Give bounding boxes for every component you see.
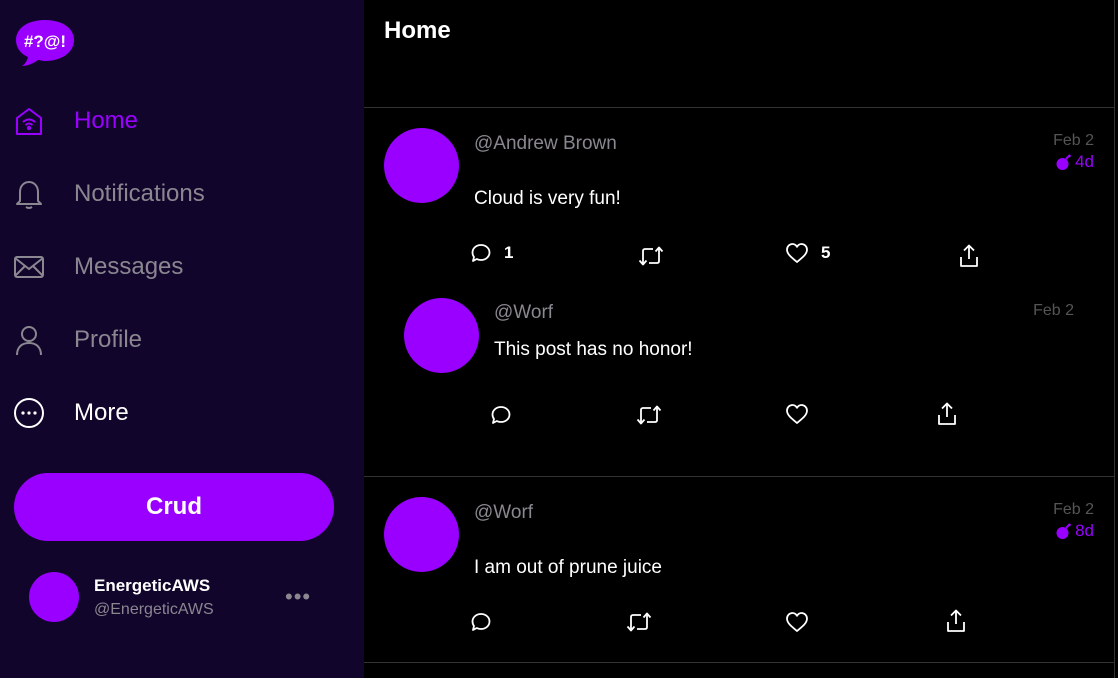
- post-date: Feb 2: [1053, 501, 1094, 518]
- heart-icon: [786, 243, 808, 263]
- share-button[interactable]: [958, 244, 980, 268]
- reply-handle[interactable]: @Worf: [494, 302, 553, 324]
- more-circle-icon: [12, 396, 46, 430]
- reply-message: This post has no honor!: [494, 339, 693, 360]
- crud-button[interactable]: Crud: [14, 473, 334, 541]
- heart-icon: [786, 404, 808, 424]
- reply-count: 1: [504, 243, 514, 262]
- bell-icon: [12, 177, 46, 211]
- bomb-icon: [1056, 523, 1071, 539]
- reply-button[interactable]: 1: [470, 242, 513, 264]
- post-expires-text: 4d: [1075, 152, 1094, 171]
- reply-icon: [491, 406, 511, 424]
- activity-item[interactable]: @Andrew Brown Feb 2 4d Cloud is very fun…: [364, 108, 1114, 476]
- post-message: Cloud is very fun!: [474, 188, 621, 209]
- reply-date: Feb 2: [1033, 302, 1074, 319]
- user-icon: [12, 323, 46, 357]
- post-expires: 8d: [1055, 521, 1094, 541]
- reply-button[interactable]: [490, 404, 512, 426]
- post-date: Feb 2: [1053, 132, 1094, 149]
- post-handle[interactable]: @Andrew Brown: [474, 133, 617, 155]
- sidebar: #?@! Home Notifications Messages Profile…: [0, 0, 364, 678]
- reply-icon: [471, 613, 491, 631]
- post-divider: [364, 662, 1114, 663]
- repost-icon: [636, 405, 662, 425]
- post-expires-text: 8d: [1075, 521, 1094, 540]
- share-icon: [938, 402, 956, 425]
- reply-icon: [471, 244, 491, 262]
- nav-item-messages[interactable]: Messages: [12, 247, 183, 287]
- nav-item-home[interactable]: Home: [12, 101, 138, 141]
- current-user-card[interactable]: EnergeticAWS @EnergeticAWS •••: [29, 572, 329, 624]
- avatar[interactable]: [404, 298, 479, 373]
- repost-button[interactable]: [626, 611, 652, 633]
- like-button[interactable]: [785, 611, 809, 633]
- repost-icon: [638, 246, 664, 266]
- nav-label-home: Home: [74, 107, 139, 134]
- repost-button[interactable]: [636, 404, 662, 426]
- reply-button[interactable]: [470, 611, 492, 633]
- like-count: 5: [821, 243, 831, 262]
- nav-item-more[interactable]: More: [12, 393, 129, 433]
- repost-button[interactable]: [638, 245, 664, 267]
- home-feed: Home @Andrew Brown Feb 2 4d Cloud is ver…: [364, 0, 1115, 678]
- nav-item-profile[interactable]: Profile: [12, 320, 142, 360]
- nav-item-notifications[interactable]: Notifications: [12, 174, 205, 214]
- activity-item[interactable]: @Worf Feb 2 8d I am out of prune juice: [364, 477, 1114, 662]
- post-expires: 4d: [1055, 152, 1094, 172]
- nav-label-messages: Messages: [74, 253, 184, 280]
- logo-icon[interactable]: #?@!: [14, 18, 76, 68]
- user-display-name: EnergeticAWS: [94, 576, 211, 595]
- avatar[interactable]: [384, 128, 459, 203]
- page-title: Home: [384, 17, 451, 44]
- home-icon: [12, 104, 46, 138]
- svg-text:#?@!: #?@!: [24, 32, 66, 51]
- envelope-icon: [12, 250, 46, 284]
- post-message: I am out of prune juice: [474, 557, 662, 578]
- app: #?@! Home Notifications Messages Profile…: [0, 0, 1118, 678]
- like-button[interactable]: 5: [785, 242, 830, 264]
- bomb-icon: [1056, 154, 1071, 170]
- nav-label-notifications: Notifications: [74, 180, 205, 207]
- share-button[interactable]: [936, 402, 958, 426]
- share-icon: [960, 244, 978, 267]
- avatar: [29, 572, 79, 622]
- share-icon: [947, 609, 965, 632]
- share-button[interactable]: [945, 609, 967, 633]
- like-button[interactable]: [785, 403, 809, 425]
- repost-icon: [626, 612, 652, 632]
- user-more-menu-button[interactable]: •••: [285, 584, 311, 610]
- avatar[interactable]: [384, 497, 459, 572]
- nav-label-profile: Profile: [74, 326, 143, 353]
- post-handle[interactable]: @Worf: [474, 502, 533, 524]
- nav-label-more: More: [74, 399, 129, 426]
- heart-icon: [786, 612, 808, 632]
- user-handle: @EnergeticAWS: [94, 601, 214, 618]
